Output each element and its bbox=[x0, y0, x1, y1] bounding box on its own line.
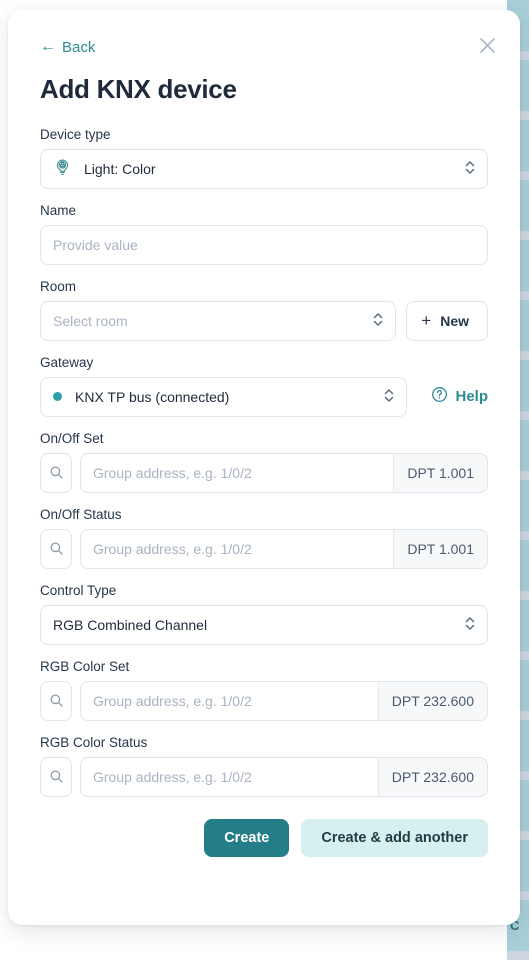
search-icon[interactable] bbox=[40, 681, 72, 721]
control-type-value: RGB Combined Channel bbox=[53, 617, 207, 633]
device-type-select[interactable]: Light: Color bbox=[40, 149, 488, 189]
create-button[interactable]: Create bbox=[204, 819, 289, 857]
rgb-color-set-label: RGB Color Set bbox=[40, 659, 488, 674]
field-name: Name bbox=[40, 203, 488, 265]
gateway-value: KNX TP bus (connected) bbox=[75, 389, 229, 405]
field-rgb-color-status: RGB Color Status DPT 232.600 bbox=[40, 735, 488, 797]
device-type-label: Device type bbox=[40, 127, 488, 142]
on-off-set-dpt-badge: DPT 1.001 bbox=[393, 454, 487, 492]
lightbulb-color-icon bbox=[53, 158, 72, 180]
add-knx-device-dialog: ← Back Add KNX device Device type bbox=[8, 10, 520, 925]
field-rgb-color-set: RGB Color Set DPT 232.600 bbox=[40, 659, 488, 721]
rgb-color-status-group-address-box: DPT 232.600 bbox=[80, 757, 488, 797]
field-on-off-set: On/Off Set DPT 1.001 bbox=[40, 431, 488, 493]
on-off-status-dpt-badge: DPT 1.001 bbox=[393, 530, 487, 568]
chevron-updown-icon bbox=[372, 311, 384, 330]
device-type-value: Light: Color bbox=[84, 161, 156, 177]
control-type-label: Control Type bbox=[40, 583, 488, 598]
name-label: Name bbox=[40, 203, 488, 218]
rgb-color-set-input[interactable] bbox=[81, 682, 378, 720]
gateway-status-dot-icon bbox=[53, 392, 62, 401]
back-arrow-icon: ← bbox=[40, 39, 56, 55]
on-off-status-group-address-box: DPT 1.001 bbox=[80, 529, 488, 569]
field-control-type: Control Type RGB Combined Channel bbox=[40, 583, 488, 645]
plus-icon: + bbox=[421, 312, 431, 329]
field-device-type: Device type Light: Color bbox=[40, 127, 488, 189]
help-link[interactable]: Help bbox=[431, 386, 488, 407]
field-on-off-status: On/Off Status DPT 1.001 bbox=[40, 507, 488, 569]
field-room: Room Select room + New bbox=[40, 279, 488, 341]
rgb-color-status-label: RGB Color Status bbox=[40, 735, 488, 750]
rgb-color-set-group-address-box: DPT 232.600 bbox=[80, 681, 488, 721]
close-icon[interactable] bbox=[476, 34, 498, 56]
list-separator bbox=[507, 951, 529, 960]
name-input[interactable] bbox=[40, 225, 488, 265]
create-and-add-another-button[interactable]: Create & add another bbox=[301, 819, 488, 857]
gateway-select[interactable]: KNX TP bus (connected) bbox=[40, 377, 407, 417]
gateway-label: Gateway bbox=[40, 355, 488, 370]
on-off-status-label: On/Off Status bbox=[40, 507, 488, 522]
field-gateway: Gateway KNX TP bus (connected) bbox=[40, 355, 488, 417]
search-icon[interactable] bbox=[40, 453, 72, 493]
search-icon[interactable] bbox=[40, 757, 72, 797]
control-type-select[interactable]: RGB Combined Channel bbox=[40, 605, 488, 645]
on-off-set-input[interactable] bbox=[81, 454, 393, 492]
on-off-status-input[interactable] bbox=[81, 530, 393, 568]
search-icon[interactable] bbox=[40, 529, 72, 569]
rgb-color-status-input[interactable] bbox=[81, 758, 378, 796]
question-circle-icon bbox=[431, 386, 448, 407]
room-placeholder: Select room bbox=[53, 313, 128, 329]
on-off-set-group-address-box: DPT 1.001 bbox=[80, 453, 488, 493]
add-room-label: New bbox=[440, 313, 469, 329]
back-label: Back bbox=[62, 39, 95, 56]
help-label: Help bbox=[455, 388, 488, 405]
dialog-actions: Create Create & add another bbox=[40, 819, 488, 857]
room-select[interactable]: Select room bbox=[40, 301, 396, 341]
back-link[interactable]: ← Back bbox=[40, 39, 95, 56]
on-off-set-label: On/Off Set bbox=[40, 431, 488, 446]
rgb-color-set-dpt-badge: DPT 232.600 bbox=[378, 682, 487, 720]
rgb-color-status-dpt-badge: DPT 232.600 bbox=[378, 758, 487, 796]
chevron-updown-icon bbox=[383, 387, 395, 406]
page-title: Add KNX device bbox=[40, 74, 488, 105]
chevron-updown-icon bbox=[464, 159, 476, 178]
chevron-updown-icon bbox=[464, 615, 476, 634]
room-label: Room bbox=[40, 279, 488, 294]
add-room-button[interactable]: + New bbox=[406, 301, 488, 341]
